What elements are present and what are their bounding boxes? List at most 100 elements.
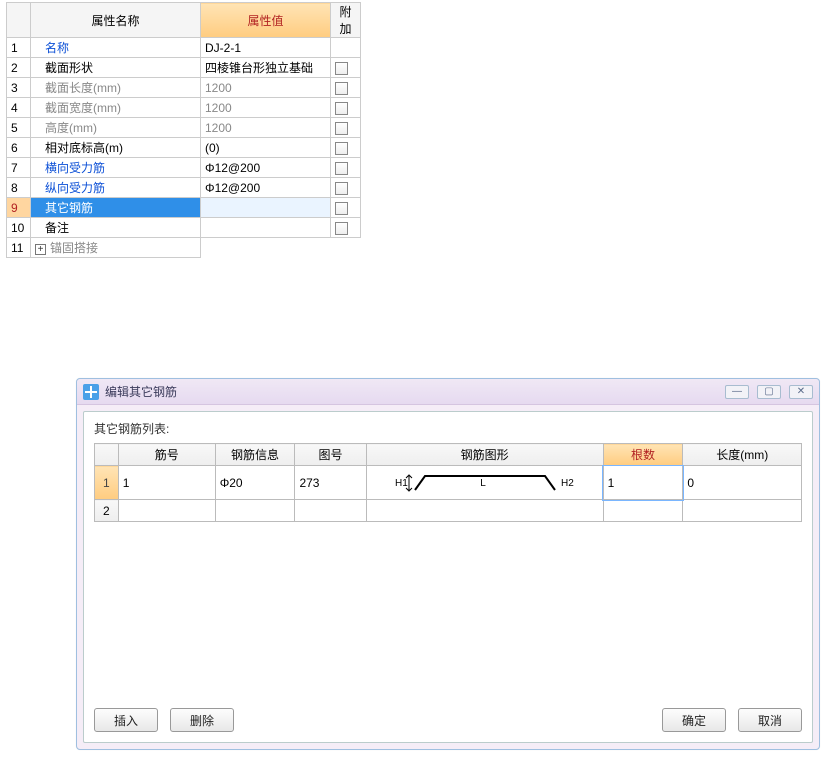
prop-name[interactable]: 截面长度(mm) <box>31 78 201 98</box>
checkbox-icon[interactable] <box>335 82 348 95</box>
prop-row[interactable]: 9其它钢筋 <box>7 198 361 218</box>
checkbox-icon[interactable] <box>335 122 348 135</box>
rebar-length[interactable]: 0 <box>683 466 802 500</box>
prop-value[interactable] <box>201 218 331 238</box>
header-num[interactable]: 筋号 <box>118 444 215 466</box>
header-name: 属性名称 <box>31 3 201 38</box>
prop-value[interactable]: 1200 <box>201 98 331 118</box>
property-table[interactable]: 属性名称 属性值 附加 1名称DJ-2-12截面形状四棱锥台形独立基础3截面长度… <box>6 2 361 258</box>
prop-extra[interactable] <box>331 38 361 58</box>
rebar-info[interactable] <box>215 500 295 522</box>
prop-index: 10 <box>7 218 31 238</box>
expand-icon[interactable]: + <box>35 244 46 255</box>
checkbox-icon[interactable] <box>335 62 348 75</box>
prop-name[interactable]: 高度(mm) <box>31 118 201 138</box>
prop-name[interactable]: 相对底标高(m) <box>31 138 201 158</box>
prop-row[interactable]: 7横向受力筋Φ12@200 <box>7 158 361 178</box>
prop-extra[interactable] <box>331 58 361 78</box>
prop-extra[interactable] <box>331 218 361 238</box>
prop-extra[interactable] <box>331 138 361 158</box>
prop-value[interactable]: DJ-2-1 <box>201 38 331 58</box>
prop-value[interactable]: 1200 <box>201 118 331 138</box>
header-rowidx <box>95 444 119 466</box>
prop-index: 11 <box>7 238 31 258</box>
rebar-row[interactable]: 2 <box>95 500 802 522</box>
dialog-app-icon <box>83 384 99 400</box>
prop-extra[interactable] <box>331 158 361 178</box>
prop-value[interactable] <box>201 198 331 218</box>
minimize-button[interactable]: — <box>725 385 749 399</box>
prop-row[interactable]: 4截面宽度(mm)1200 <box>7 98 361 118</box>
prop-row[interactable]: 8纵向受力筋Φ12@200 <box>7 178 361 198</box>
prop-value[interactable]: Φ12@200 <box>201 178 331 198</box>
prop-row[interactable]: 2截面形状四棱锥台形独立基础 <box>7 58 361 78</box>
checkbox-icon[interactable] <box>335 102 348 115</box>
prop-row[interactable]: 10备注 <box>7 218 361 238</box>
rebar-row[interactable]: 11Φ20273 H1 L H2 10 <box>95 466 802 500</box>
checkbox-icon[interactable] <box>335 142 348 155</box>
rebar-length[interactable] <box>683 500 802 522</box>
insert-button[interactable]: 插入 <box>94 708 158 732</box>
rebar-fig[interactable] <box>295 500 366 522</box>
rebar-info[interactable]: Φ20 <box>215 466 295 500</box>
prop-index: 4 <box>7 98 31 118</box>
checkbox-icon[interactable] <box>335 162 348 175</box>
prop-name[interactable]: 截面宽度(mm) <box>31 98 201 118</box>
checkbox-icon[interactable] <box>335 222 348 235</box>
ok-button[interactable]: 确定 <box>662 708 726 732</box>
prop-index: 8 <box>7 178 31 198</box>
rebar-shape[interactable]: H1 L H2 <box>366 466 603 500</box>
prop-index: 1 <box>7 38 31 58</box>
prop-value[interactable]: 1200 <box>201 78 331 98</box>
prop-name[interactable]: 其它钢筋 <box>31 198 201 218</box>
prop-index: 2 <box>7 58 31 78</box>
header-len[interactable]: 长度(mm) <box>683 444 802 466</box>
rebar-fig[interactable]: 273 <box>295 466 366 500</box>
header-info[interactable]: 钢筋信息 <box>215 444 295 466</box>
dialog-body: 其它钢筋列表: 筋号 钢筋信息 图号 钢筋图形 根数 长度(mm) 11Φ202… <box>83 411 813 743</box>
header-value[interactable]: 属性值 <box>201 3 331 38</box>
prop-row[interactable]: 5高度(mm)1200 <box>7 118 361 138</box>
prop-name[interactable]: 截面形状 <box>31 58 201 78</box>
prop-name[interactable]: 横向受力筋 <box>31 158 201 178</box>
header-fig[interactable]: 图号 <box>295 444 366 466</box>
rebar-num[interactable] <box>118 500 215 522</box>
header-count[interactable]: 根数 <box>603 444 683 466</box>
prop-name[interactable]: 备注 <box>31 218 201 238</box>
prop-row[interactable]: 11 +锚固搭接 <box>7 238 361 258</box>
prop-extra[interactable] <box>331 78 361 98</box>
prop-value[interactable]: 四棱锥台形独立基础 <box>201 58 331 78</box>
checkbox-icon[interactable] <box>335 202 348 215</box>
prop-index: 7 <box>7 158 31 178</box>
prop-value[interactable] <box>201 238 331 258</box>
rebar-count[interactable]: 1 <box>603 466 683 500</box>
prop-extra[interactable] <box>331 98 361 118</box>
prop-extra[interactable] <box>331 178 361 198</box>
cancel-button[interactable]: 取消 <box>738 708 802 732</box>
prop-name[interactable]: 纵向受力筋 <box>31 178 201 198</box>
prop-row[interactable]: 6相对底标高(m)(0) <box>7 138 361 158</box>
rebar-num[interactable]: 1 <box>118 466 215 500</box>
prop-value[interactable]: (0) <box>201 138 331 158</box>
prop-row[interactable]: 3截面长度(mm)1200 <box>7 78 361 98</box>
prop-extra[interactable] <box>331 118 361 138</box>
maximize-button[interactable]: ▢ <box>757 385 781 399</box>
prop-row[interactable]: 1名称DJ-2-1 <box>7 38 361 58</box>
prop-name[interactable]: +锚固搭接 <box>31 238 201 258</box>
checkbox-icon[interactable] <box>335 182 348 195</box>
rebar-count[interactable] <box>603 500 683 522</box>
dialog-titlebar[interactable]: 编辑其它钢筋 — ▢ ✕ <box>77 379 819 405</box>
rebar-table[interactable]: 筋号 钢筋信息 图号 钢筋图形 根数 长度(mm) 11Φ20273 H1 L … <box>94 443 802 522</box>
delete-button[interactable]: 删除 <box>170 708 234 732</box>
rebar-shape[interactable] <box>366 500 603 522</box>
svg-text:H2: H2 <box>561 478 574 489</box>
dialog-button-row: 插入 删除 确定 取消 <box>94 700 802 732</box>
prop-extra[interactable] <box>331 238 361 258</box>
prop-name[interactable]: 名称 <box>31 38 201 58</box>
prop-value[interactable]: Φ12@200 <box>201 158 331 178</box>
dialog-title-text: 编辑其它钢筋 <box>105 383 725 400</box>
close-button[interactable]: ✕ <box>789 385 813 399</box>
header-shape[interactable]: 钢筋图形 <box>366 444 603 466</box>
prop-index: 6 <box>7 138 31 158</box>
prop-extra[interactable] <box>331 198 361 218</box>
